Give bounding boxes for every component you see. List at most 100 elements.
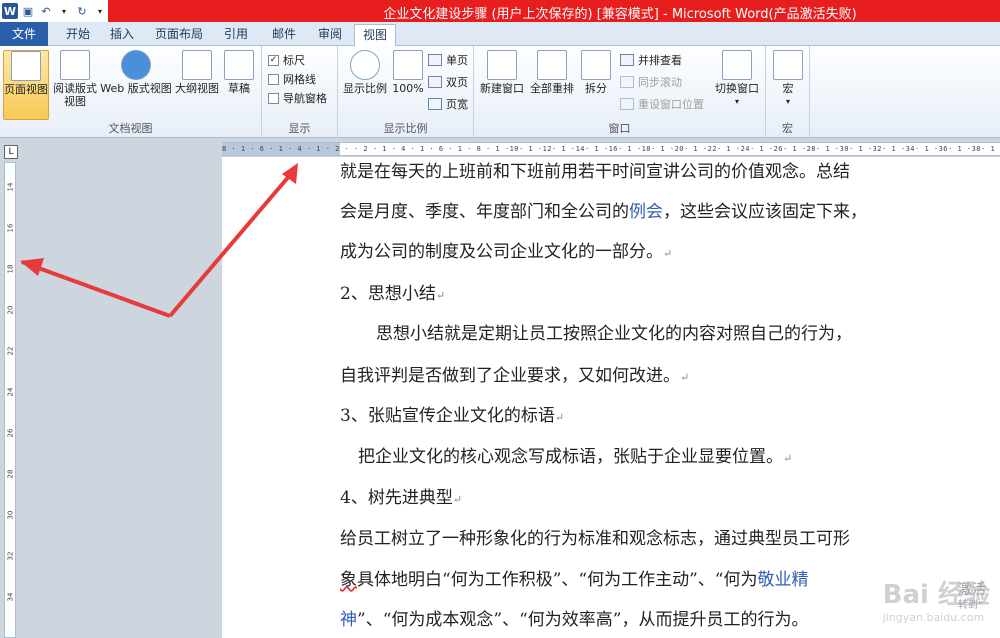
side-by-side-button[interactable]: 并排查看 [620,52,682,68]
paragraph-mark: ↵ [680,371,690,384]
doc-text: 具体地明白“何为工作积极”、“何为工作主动”、“何为 [357,570,758,590]
group-macros: 宏 ▾ 宏 [766,46,810,138]
paragraph-mark: ↵ [452,493,463,506]
reset-window-position-button[interactable]: 重设窗口位置 [620,96,704,112]
outline-icon [182,50,212,80]
tab-page-layout[interactable]: 页面布局 [146,24,212,46]
ribbon-tabs: 文件 开始 插入 页面布局 引用 邮件 审阅 视图 [0,22,1000,46]
doc-text: 自我评判是否做到了企业要求，又如何改进。 [340,366,680,386]
vruler-tick: 14 [6,182,15,192]
horizontal-ruler[interactable]: 8 · 1 · 6 · 1 · 4 · 1 · 2 · · 2 · 1 · 4 … [222,142,1000,156]
word-app-icon[interactable]: W [2,3,18,19]
one-page-label: 单页 [446,54,468,67]
save-icon[interactable]: ▣ [20,3,36,19]
group-label-zoom: 显示比例 [383,122,428,135]
two-pages-button[interactable]: 双页 [428,74,468,90]
switch-windows-button[interactable]: 切换窗口 ▾ [712,50,762,108]
undo-dropdown-icon[interactable]: ▾ [56,3,72,19]
doc-line: 象具体地明白“何为工作积极”、“何为工作主动”、“何为敬业精 [340,565,808,590]
doc-heading: 3、张贴宣传企业文化的标语↵ [340,401,564,426]
sync-scroll-icon [620,76,634,88]
ruler-checkbox-row[interactable]: ✓ 标尺 [268,52,305,68]
redo-icon[interactable]: ↻ [74,3,90,19]
tab-references[interactable]: 引用 [214,24,258,46]
tab-file[interactable]: 文件 [0,22,48,46]
new-window-label: 新建窗口 [480,82,524,95]
undo-icon[interactable]: ↶ [38,3,54,19]
arrange-all-button[interactable]: 全部重排 [528,50,576,95]
tab-selector[interactable]: L [4,145,18,159]
nav-pane-checkbox[interactable] [268,92,279,104]
windows-activation-watermark: 激活 转到“ [958,582,986,614]
tab-mailings[interactable]: 邮件 [262,24,306,46]
vertical-ruler[interactable]: 14 16 18 20 22 24 26 28 30 32 34 [4,162,16,638]
one-page-icon [428,54,442,66]
ruler-checkbox[interactable]: ✓ [268,54,279,66]
one-page-button[interactable]: 单页 [428,52,468,68]
sync-scroll-button[interactable]: 同步滚动 [620,74,682,90]
web-layout-label: Web 版式视图 [100,82,172,95]
gridlines-checkbox-row[interactable]: 网格线 [268,71,316,87]
web-layout-button[interactable]: Web 版式视图 [100,50,172,95]
ruler-ticks: 8 · 1 · 6 · 1 · 4 · 1 · 2 · · 2 · 1 · 4 … [222,145,1000,153]
doc-line: 给员工树立了一种形象化的行为标准和观念标志，通过典型员工可形 [340,529,850,549]
zoom-button[interactable]: 显示比例 [342,50,388,95]
split-button[interactable]: 拆分 [578,50,614,95]
doc-line: 把企业文化的核心观念写成标语，张贴于企业显要位置。↵ [358,442,792,467]
doc-hyperlink[interactable]: 例会 [629,202,663,222]
split-label: 拆分 [585,82,607,95]
ribbon: 页面视图 阅读版式 视图 Web 版式视图 大纲视图 草稿 文档视图 ✓ 标尺 … [0,46,1000,138]
macros-button[interactable]: 宏 ▾ [771,50,805,108]
zoom-100-label: 100% [392,82,424,95]
page-width-button[interactable]: 页宽 [428,96,468,112]
tab-view[interactable]: 视图 [354,24,396,46]
draft-label: 草稿 [228,82,250,95]
group-label-show: 显示 [288,122,311,135]
switch-windows-label: 切换窗口 [715,82,759,95]
nav-pane-checkbox-row[interactable]: 导航窗格 [268,90,327,106]
outline-label: 大纲视图 [175,82,219,95]
activation-line-1: 激活 [958,582,986,598]
full-reading-label-2: 视图 [64,95,86,108]
tab-home[interactable]: 开始 [56,24,100,46]
side-by-side-label: 并排查看 [638,54,682,67]
group-show: ✓ 标尺 网格线 导航窗格 显示 [262,46,338,138]
paragraph-mark: ↵ [554,411,565,424]
full-reading-icon [60,50,90,80]
reset-window-position-label: 重设窗口位置 [638,98,704,111]
outline-button[interactable]: 大纲视图 [174,50,220,95]
print-layout-button[interactable]: 页面视图 [3,50,49,120]
full-reading-button[interactable]: 阅读版式 视图 [52,50,98,108]
doc-hyperlink[interactable]: 神 [340,610,357,630]
doc-text: 2、思想小结 [340,284,436,304]
vruler-tick: 20 [6,305,15,315]
split-icon [581,50,611,80]
switch-windows-icon [722,50,752,80]
doc-text: ，这些会议应该固定下来， [663,202,867,222]
gridlines-checkbox[interactable] [268,73,279,85]
draft-button[interactable]: 草稿 [222,50,256,95]
side-by-side-icon [620,54,634,66]
doc-text: ”、“何为成本观念”、“何为效率高”，从而提升员工的行为。 [357,610,809,630]
doc-text: 3、张贴宣传企业文化的标语 [340,406,555,426]
gridlines-label: 网格线 [283,73,316,86]
vruler-tick: 16 [6,223,15,233]
paragraph-mark: ↵ [435,289,446,302]
vruler-tick: 18 [6,264,15,274]
doc-text: 4、树先进典型 [340,488,453,508]
document-page[interactable]: 就是在每天的上班前和下班前用若干时间宣讲公司的价值观念。总结 会是月度、季度、年… [222,157,1000,638]
group-zoom: 显示比例 100% 单页 双页 页宽 显示比例 [338,46,474,138]
doc-text: 会是月度、季度、年度部门和全公司的 [340,202,629,222]
zoom-100-button[interactable]: 100% [390,50,426,95]
customize-qat-icon[interactable]: ▾ [92,3,108,19]
doc-hyperlink[interactable]: 敬业精 [757,570,808,590]
vruler-tick: 28 [6,469,15,479]
doc-heading: 4、树先进典型↵ [340,483,462,508]
doc-line: 就是在每天的上班前和下班前用若干时间宣讲公司的价值观念。总结 [340,162,850,182]
doc-line: 思想小结就是定期让员工按照企业文化的内容对照自己的行为， [376,324,852,344]
zoom-label: 显示比例 [343,82,387,95]
vruler-tick: 34 [6,592,15,602]
new-window-button[interactable]: 新建窗口 [478,50,526,95]
tab-insert[interactable]: 插入 [102,24,142,46]
tab-review[interactable]: 审阅 [308,24,352,46]
